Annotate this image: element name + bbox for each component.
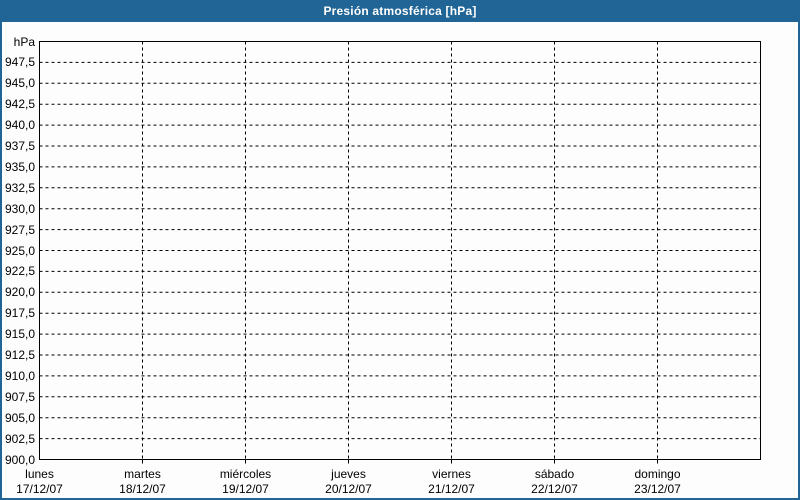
y-axis-tick-label: 905,0	[4, 410, 35, 425]
x-axis-day-label: domingo	[634, 466, 681, 481]
pressure-chart-plot	[39, 41, 761, 464]
y-axis-tick-label: 925,0	[4, 243, 35, 258]
chart-region: hPa 947,5 945,0 942,5 940,0 937,5 935,0 932,5 93…	[0, 22, 800, 500]
y-axis-tick-label: 915,0	[4, 327, 35, 342]
y-axis-tick-label: 930,0	[4, 201, 35, 216]
chart-title: Presión atmosférica [hPa]	[323, 4, 477, 18]
x-axis-date-label: 18/12/07	[119, 481, 166, 496]
x-axis-day-label: miércoles	[219, 466, 272, 481]
y-axis-tick-label: 917,5	[4, 306, 35, 321]
y-axis-tick-label: 940,0	[4, 118, 35, 133]
x-axis-day-label: sábado	[534, 466, 575, 481]
x-axis-date-label: 20/12/07	[325, 481, 372, 496]
y-axis-tick-label: 900,0	[4, 452, 35, 467]
y-axis-tick-label: 932,5	[4, 180, 35, 195]
chart-title-bar: Presión atmosférica [hPa]	[0, 0, 800, 22]
y-axis-tick-label: 942,5	[4, 97, 35, 112]
y-axis-tick-label: 910,0	[4, 368, 35, 383]
x-axis-date-label: 17/12/07	[16, 481, 63, 496]
y-axis-tick-label: 935,0	[4, 159, 35, 174]
x-axis-date-label: 19/12/07	[222, 481, 269, 496]
x-axis-day-label: lunes	[25, 466, 54, 481]
x-axis-date-label: 23/12/07	[634, 481, 681, 496]
y-axis-tick-label: 947,5	[4, 55, 35, 70]
y-axis-tick-label: 920,0	[4, 285, 35, 300]
x-axis-date-label: 21/12/07	[428, 481, 475, 496]
y-axis-tick-label: 922,5	[4, 264, 35, 279]
y-axis-tick-label: 927,5	[4, 222, 35, 237]
x-axis-day-label: viernes	[432, 466, 471, 481]
x-axis-day-label: martes	[124, 466, 161, 481]
y-axis-tick-label: 902,5	[4, 431, 35, 446]
x-axis-date-label: 22/12/07	[531, 481, 578, 496]
y-axis-tick-label: 912,5	[4, 348, 35, 362]
x-axis-day-label: jueves	[331, 466, 366, 481]
axis-unit-label: hPa	[13, 34, 35, 49]
pressure-chart-window: Presión atmosférica [hPa] hPa 947,5 945,0 9…	[0, 0, 800, 500]
y-axis-tick-label: 945,0	[4, 76, 35, 91]
y-axis-tick-label: 937,5	[4, 139, 35, 153]
y-axis-tick-label: 907,5	[4, 389, 35, 404]
